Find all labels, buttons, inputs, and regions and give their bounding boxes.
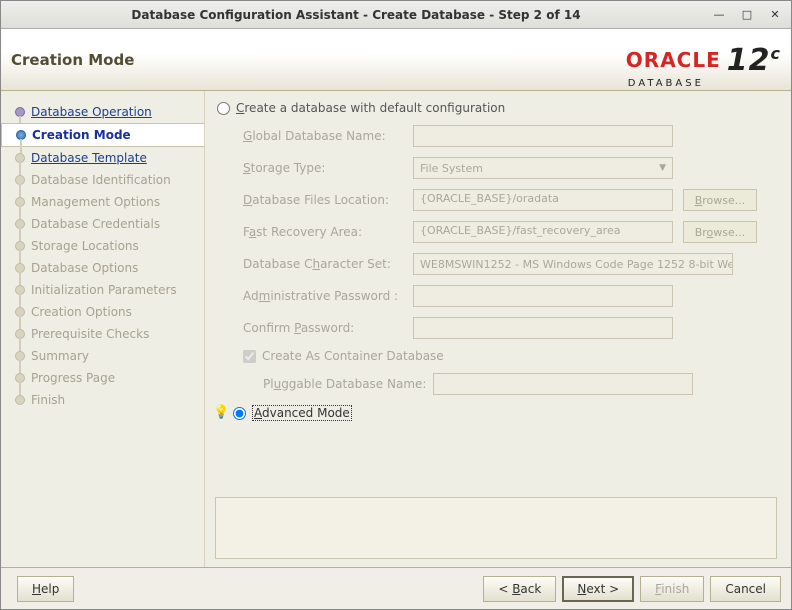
field-global-db-name: Global Database Name: [243, 125, 777, 147]
help-button[interactable]: Help [17, 576, 74, 602]
container-db-checkbox [243, 350, 256, 363]
close-icon[interactable]: ✕ [763, 5, 787, 25]
window-controls: — □ ✕ [707, 5, 787, 25]
chevron-down-icon: ▼ [659, 163, 666, 173]
wizard-window: Database Configuration Assistant - Creat… [0, 0, 792, 610]
step-storage-locations: Storage Locations [1, 235, 204, 257]
maximize-icon[interactable]: □ [735, 5, 759, 25]
step-creation-options: Creation Options [1, 301, 204, 323]
page-title: Creation Mode [11, 51, 134, 69]
sidebar: Database Operation Creation Mode Databas… [1, 91, 205, 567]
cancel-button[interactable]: Cancel [710, 576, 781, 602]
finish-button: Finish [640, 576, 704, 602]
minimize-icon[interactable]: — [707, 5, 731, 25]
step-initialization-parameters: Initialization Parameters [1, 279, 204, 301]
main-panel: Create a database with default configura… [205, 91, 791, 567]
header: Creation Mode ORACLE12c DATABASE [1, 29, 791, 91]
step-database-operation[interactable]: Database Operation [1, 101, 204, 123]
charset-select: WE8MSWIN1252 - MS Windows Code Page 1252… [413, 253, 733, 275]
pdb-name-input [433, 373, 693, 395]
confirm-password-input [413, 317, 673, 339]
step-database-template[interactable]: Database Template [1, 147, 204, 169]
field-confirm-password: Confirm Password: [243, 317, 777, 339]
step-prerequisite-checks: Prerequisite Checks [1, 323, 204, 345]
field-db-files-location: Database Files Location: {ORACLE_BASE}/o… [243, 189, 777, 211]
message-box [215, 497, 777, 559]
radio-default-config-input[interactable] [217, 102, 230, 115]
field-charset: Database Character Set: WE8MSWIN1252 - M… [243, 253, 777, 275]
radio-advanced-mode-input[interactable] [233, 407, 246, 420]
field-storage-type: Storage Type: File System ▼ [243, 157, 777, 179]
field-admin-password: Administrative Password : [243, 285, 777, 307]
tip-icon: 💡 [215, 406, 227, 420]
step-creation-mode: Creation Mode [1, 123, 204, 147]
checkbox-container-db: Create As Container Database [243, 349, 777, 363]
footer: Help < Back Next > Finish Cancel [1, 567, 791, 609]
brand-logo: ORACLE12c DATABASE [626, 43, 781, 89]
window-title: Database Configuration Assistant - Creat… [5, 8, 707, 22]
next-button[interactable]: Next > [562, 576, 634, 602]
storage-type-select: File System ▼ [413, 157, 673, 179]
form-area: Create a database with default configura… [215, 101, 777, 497]
step-list: Database Operation Creation Mode Databas… [1, 101, 204, 411]
field-fast-recovery: Fast Recovery Area: {ORACLE_BASE}/fast_r… [243, 221, 777, 243]
radio-default-config[interactable]: Create a database with default configura… [217, 101, 777, 115]
step-management-options: Management Options [1, 191, 204, 213]
body: Database Operation Creation Mode Databas… [1, 91, 791, 567]
step-database-credentials: Database Credentials [1, 213, 204, 235]
step-progress-page: Progress Page [1, 367, 204, 389]
browse-db-files-button: Browse... [683, 189, 757, 211]
step-finish: Finish [1, 389, 204, 411]
field-pdb-name: Pluggable Database Name: [263, 373, 777, 395]
brand-product: DATABASE [628, 78, 781, 89]
step-database-identification: Database Identification [1, 169, 204, 191]
admin-password-input [413, 285, 673, 307]
global-db-name-input [413, 125, 673, 147]
step-database-options: Database Options [1, 257, 204, 279]
titlebar: Database Configuration Assistant - Creat… [1, 1, 791, 29]
browse-fast-recovery-button: Browse... [683, 221, 757, 243]
fast-recovery-input: {ORACLE_BASE}/fast_recovery_area [413, 221, 673, 243]
db-files-location-input: {ORACLE_BASE}/oradata [413, 189, 673, 211]
back-button[interactable]: < Back [483, 576, 556, 602]
brand-name: ORACLE [626, 48, 721, 72]
step-summary: Summary [1, 345, 204, 367]
radio-advanced-mode[interactable]: 💡 Advanced Mode [215, 405, 777, 421]
